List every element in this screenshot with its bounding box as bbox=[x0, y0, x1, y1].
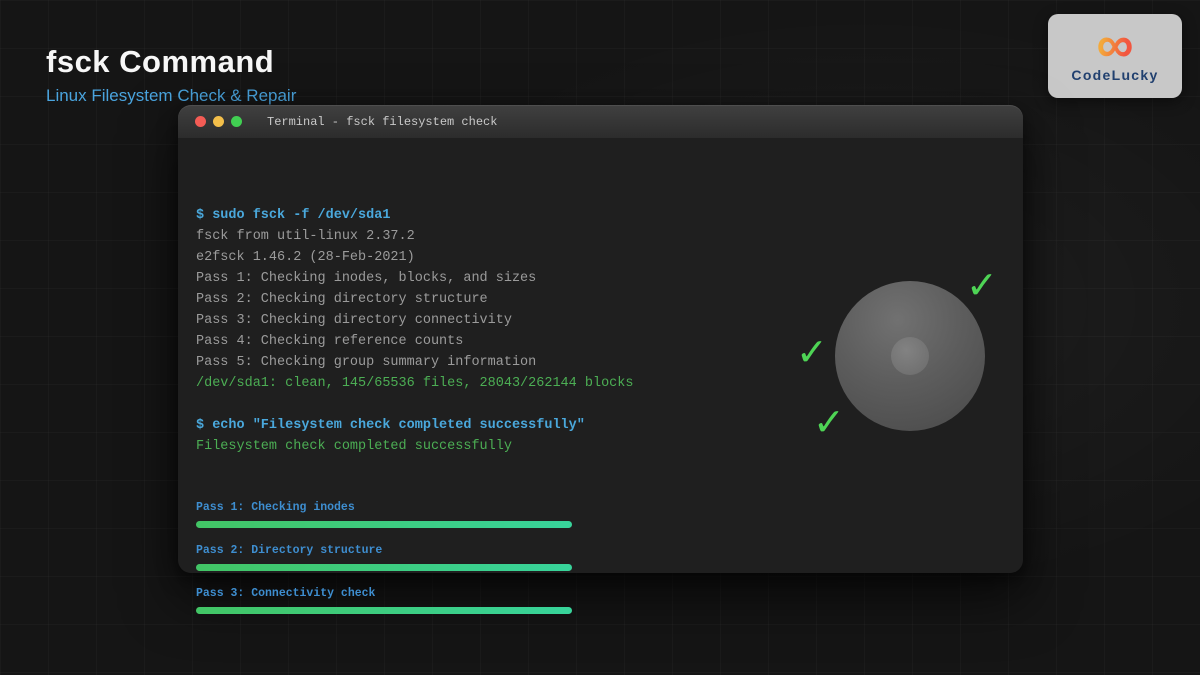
progress-group: Pass 2: Directory structure bbox=[196, 543, 572, 571]
progress-bar-fill bbox=[196, 564, 572, 571]
progress-group: Pass 3: Connectivity check bbox=[196, 586, 572, 614]
progress-bar-fill bbox=[196, 521, 572, 528]
checkmark-icon: ✓ bbox=[813, 403, 845, 441]
terminal-line: e2fsck 1.46.2 (28-Feb-2021) bbox=[196, 247, 1005, 268]
checkmark-icon: ✓ bbox=[796, 333, 828, 371]
terminal-line: fsck from util-linux 2.37.2 bbox=[196, 226, 1005, 247]
infinity-logo-icon: ∞ bbox=[1096, 25, 1133, 65]
progress-bar bbox=[196, 521, 572, 528]
terminal-titlebar: Terminal - fsck filesystem check bbox=[178, 105, 1023, 138]
terminal-title: Terminal - fsck filesystem check bbox=[267, 115, 497, 129]
progress-label: Pass 3: Connectivity check bbox=[196, 586, 572, 601]
close-icon[interactable] bbox=[195, 116, 206, 127]
progress-bar bbox=[196, 607, 572, 614]
disk-hub-icon bbox=[891, 337, 929, 375]
brand-logo-card: ∞ CodeLucky bbox=[1048, 14, 1182, 98]
progress-group: Pass 1: Checking inodes bbox=[196, 500, 572, 528]
page-title: fsck Command bbox=[46, 44, 274, 80]
slide-background: fsck Command Linux Filesystem Check & Re… bbox=[0, 0, 1200, 675]
brand-name: CodeLucky bbox=[1071, 67, 1158, 83]
progress-bar bbox=[196, 564, 572, 571]
progress-section: Pass 1: Checking inodes Pass 2: Directory… bbox=[196, 500, 572, 614]
maximize-icon[interactable] bbox=[231, 116, 242, 127]
progress-label: Pass 1: Checking inodes bbox=[196, 500, 572, 515]
minimize-icon[interactable] bbox=[213, 116, 224, 127]
checkmark-icon: ✓ bbox=[966, 266, 998, 304]
progress-label: Pass 2: Directory structure bbox=[196, 543, 572, 558]
page-subtitle: Linux Filesystem Check & Repair bbox=[46, 86, 296, 106]
terminal-line: Filesystem check completed successfully bbox=[196, 436, 1005, 457]
progress-bar-fill bbox=[196, 607, 572, 614]
disk-illustration bbox=[835, 281, 985, 431]
terminal-line: $ sudo fsck -f /dev/sda1 bbox=[196, 205, 1005, 226]
